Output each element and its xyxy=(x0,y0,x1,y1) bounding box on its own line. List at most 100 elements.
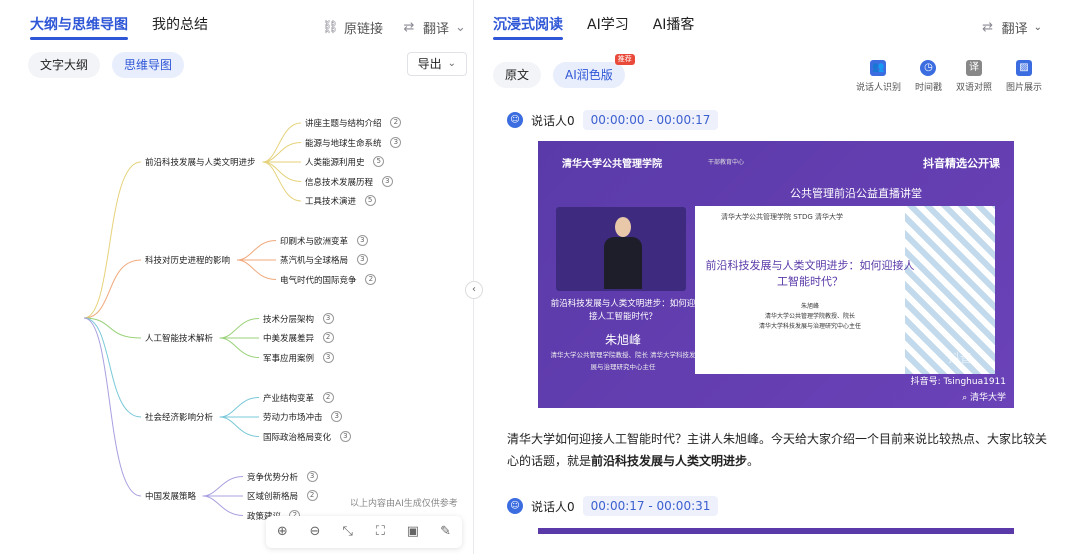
subtab-ai-polished[interactable]: AI润色版 推荐 xyxy=(553,54,635,88)
mindmap-node-count: 2 xyxy=(322,332,334,343)
mindmap-node[interactable]: 人类能源利用史 xyxy=(305,156,365,168)
export-dropdown[interactable]: 导出 ⌄ xyxy=(406,52,467,76)
chevron-down-icon: ⌄ xyxy=(447,58,456,69)
child-connector xyxy=(219,416,260,437)
mindmap-toolbar: ⊕ ⊖ ⤡ ⛶ ▣ ✎ xyxy=(266,516,462,548)
douyin-id: 抖音号: Tsinghua1911 xyxy=(910,377,1006,387)
mindmap-branch[interactable]: 科技对历史进程的影响 xyxy=(145,254,230,266)
translate-button-left[interactable]: ⇄ 翻译 ⌄ xyxy=(401,18,466,38)
original-link-button[interactable]: ⛓ 原链接 xyxy=(321,18,383,38)
mindmap-node[interactable]: 信息技术发展历程 xyxy=(305,176,373,188)
translate-icon: ⇄ xyxy=(982,19,994,35)
translate-label-right: 翻译 xyxy=(1001,22,1028,37)
mindmap-node-count: 3 xyxy=(322,351,334,363)
mindmap-node[interactable]: 区域创新格局 xyxy=(247,490,298,502)
douyin-watermark: 抖音 xyxy=(947,351,972,365)
shrink-icon[interactable]: ⤡ xyxy=(340,524,356,540)
tab-outline-mindmap[interactable]: 大纲与思维导图 xyxy=(30,14,128,40)
video-search: ⌕ 清华大学 xyxy=(962,390,1006,403)
mindmap-node-count: 3 xyxy=(339,430,351,442)
video-speaker-topic: 前沿科技发展与人类文明进步：如何迎接人工智能时代？ xyxy=(550,299,696,322)
mindmap-node[interactable]: 电气时代的国际竞争 xyxy=(280,274,357,286)
speaker-video xyxy=(556,207,686,291)
mindmap-branch[interactable]: 前沿科技发展与人类文明进步 xyxy=(145,156,256,168)
bilingual-icon: 译 xyxy=(965,60,982,76)
zoom-out-icon[interactable]: ⊖ xyxy=(307,524,323,540)
subtab-original[interactable]: 原文 xyxy=(493,62,542,88)
child-connector xyxy=(236,240,277,261)
right-tabs: 沉浸式阅读 AI学习 AI播客 xyxy=(493,14,694,40)
education-center-label: 干部教育中心 xyxy=(708,159,745,166)
tool-image-display[interactable]: ▨ 图片展示 xyxy=(1006,60,1042,93)
mindmap-node[interactable]: 劳动力市场冲击 xyxy=(263,411,323,423)
video-header: 清华大学公共管理学院 干部教育中心 抖音精选公开课 xyxy=(538,141,1014,185)
next-video-frame[interactable] xyxy=(538,528,1014,534)
slide-logos: 清华大学公共管理学院 STDG 清华大学 xyxy=(721,213,843,221)
mindmap-node-count: 3 xyxy=(356,254,368,265)
mindmap-node[interactable]: 蒸汽机与全球格局 xyxy=(280,254,348,266)
video-lecture-title: 公共管理前沿公益直播讲堂 xyxy=(790,187,922,200)
mindmap-node[interactable]: 国际政治格局变化 xyxy=(263,431,331,443)
mindmap-node[interactable]: 能源与地球生命系统 xyxy=(305,137,382,149)
mindmap-node[interactable]: 技术分层架构 xyxy=(263,313,314,325)
chevron-down-icon: ⌄ xyxy=(1033,22,1042,33)
reading-tools: 👥 说话人识别 ◷ 时间戳 译 双语对照 ▨ 图片展示 xyxy=(856,60,1042,93)
mindmap-node-count: 3 xyxy=(381,175,393,187)
child-connector xyxy=(219,318,260,339)
link-icon: ⛓ xyxy=(321,19,339,35)
mindmap-node-count: 3 xyxy=(322,312,334,324)
child-connector xyxy=(262,161,302,182)
mindmap-node[interactable]: 中美发展差异 xyxy=(263,332,314,344)
mindmap-branch[interactable]: 中国发展策略 xyxy=(145,490,196,502)
slide-sub-line: 清华大学科技发展与治理研究中心主任 xyxy=(758,323,861,330)
edit-icon[interactable]: ✎ xyxy=(438,524,454,540)
timestamp-link[interactable]: 00:00:17 - 00:00:31 xyxy=(582,496,719,516)
tab-ai-learning[interactable]: AI学习 xyxy=(587,14,629,40)
mindmap-node[interactable]: 产业结构变革 xyxy=(263,392,314,404)
child-connector xyxy=(236,259,277,280)
tool-speaker-recognition[interactable]: 👥 说话人识别 xyxy=(856,60,901,93)
slide-sub-line: 朱旭峰 xyxy=(800,303,819,310)
fullscreen-icon[interactable]: ⛶ xyxy=(372,524,388,540)
tab-immersive-reading[interactable]: 沉浸式阅读 xyxy=(493,14,563,40)
child-connector xyxy=(219,397,260,418)
branch-connector xyxy=(83,317,142,497)
branch-connector xyxy=(83,161,142,319)
tab-ai-podcast[interactable]: AI播客 xyxy=(653,14,695,40)
zoom-in-icon[interactable]: ⊕ xyxy=(274,524,290,540)
panel-icon[interactable]: ▣ xyxy=(405,524,421,540)
child-connector xyxy=(202,495,244,516)
subtab-text-outline[interactable]: 文字大纲 xyxy=(28,52,101,78)
mindmap-canvas[interactable]: 前沿科技发展与人类文明进步 讲座主题与结构介绍 2 能源与地球生命系统 3 人类能源利用史… xyxy=(0,100,474,540)
mindmap-node[interactable]: 竞争优势分析 xyxy=(247,471,298,483)
mindmap-node[interactable]: 印刷术与欧洲变革 xyxy=(280,235,348,247)
ai-disclaimer: 以上内容由AI生成仅供参考 xyxy=(350,499,458,509)
tab-my-summary[interactable]: 我的总结 xyxy=(152,14,208,40)
left-actions: ⛓ 原链接 ⇄ 翻译 ⌄ xyxy=(310,18,466,38)
mindmap-node[interactable]: 讲座主题与结构介绍 xyxy=(305,117,382,129)
video-search-text: 清华大学 xyxy=(969,393,1006,403)
right-panel: 沉浸式阅读 AI学习 AI播客 ⇄ 翻译 ⌄ 原文 AI润色版 推荐 👥 说话人… xyxy=(475,0,1080,554)
mindmap-node-count: 2 xyxy=(306,490,318,501)
speaker-row: ☺ 说话人0 00:00:17 - 00:00:31 xyxy=(507,496,719,516)
tool-timestamp[interactable]: ◷ 时间戳 xyxy=(915,60,942,93)
translate-button-right[interactable]: ⇄ 翻译 ⌄ xyxy=(980,18,1042,38)
video-frame[interactable]: 清华大学公共管理学院 干部教育中心 抖音精选公开课 公共管理前沿公益直播讲堂 前… xyxy=(538,141,1014,408)
left-panel: 大纲与思维导图 我的总结 ⛓ 原链接 ⇄ 翻译 ⌄ 文字大纲 思维导图 导出 ⌄… xyxy=(0,0,474,554)
clock-icon: ◷ xyxy=(920,60,937,76)
subtab-mindmap[interactable]: 思维导图 xyxy=(112,52,185,78)
branch-connector xyxy=(83,259,142,319)
child-connector xyxy=(262,161,302,202)
timestamp-link[interactable]: 00:00:00 - 00:00:17 xyxy=(582,110,719,130)
mindmap-node-count: 3 xyxy=(356,234,368,246)
tool-bilingual[interactable]: 译 双语对照 xyxy=(956,60,992,93)
tool-label: 时间戳 xyxy=(914,83,942,93)
mindmap-branch[interactable]: 社会经济影响分析 xyxy=(145,411,213,423)
speaker-name: 说话人0 xyxy=(531,499,575,514)
mindmap-node[interactable]: 工具技术演进 xyxy=(305,195,356,207)
child-connector xyxy=(262,122,302,163)
mindmap-branch[interactable]: 人工智能技术解析 xyxy=(145,332,213,344)
translate-icon: ⇄ xyxy=(403,19,415,35)
mindmap-node[interactable]: 军事应用案例 xyxy=(263,352,314,364)
transcript-end: 。 xyxy=(747,454,760,468)
